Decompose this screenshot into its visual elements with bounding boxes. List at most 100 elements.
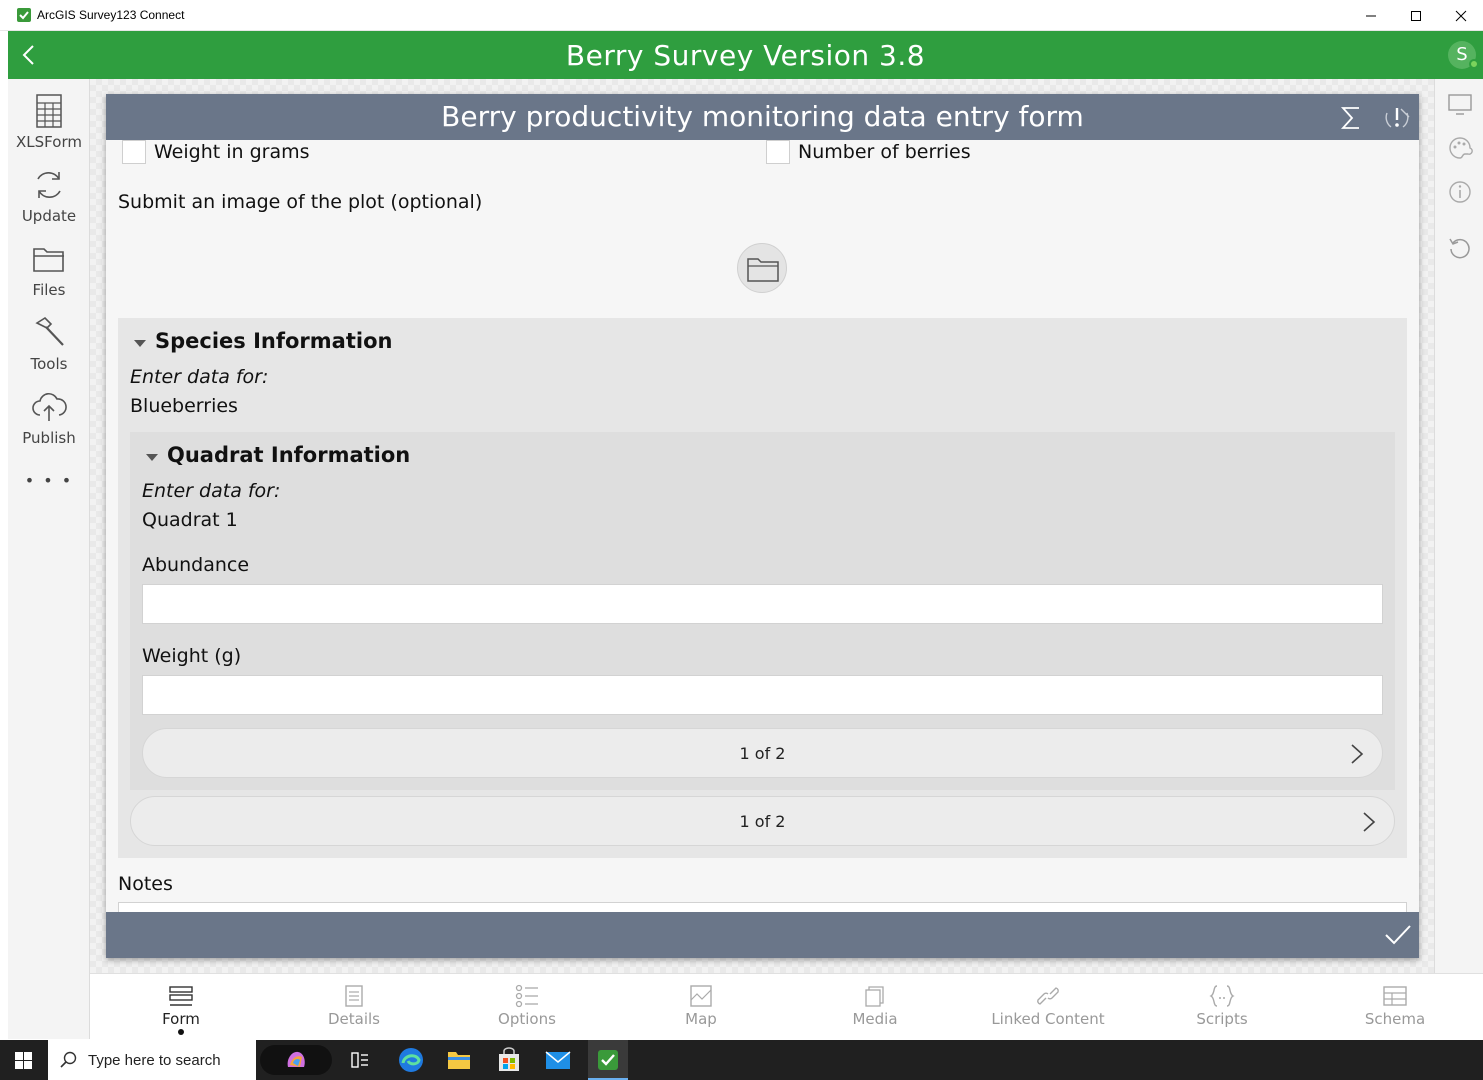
- quadrat-hint: Enter data for:: [142, 480, 281, 502]
- notes-label: Notes: [118, 873, 173, 895]
- desktop-preview-icon[interactable]: [1447, 91, 1473, 117]
- form-header: Berry productivity monitoring data entry…: [106, 94, 1419, 140]
- survey123-taskbar-button[interactable]: [588, 1040, 628, 1080]
- validation-off-icon[interactable]: [1383, 103, 1411, 131]
- maximize-button[interactable]: [1393, 0, 1439, 31]
- tab-label: Options: [498, 1010, 556, 1028]
- collapse-triangle-icon[interactable]: [134, 339, 146, 349]
- schema-icon: [1383, 986, 1407, 1006]
- window-titlebar: ArcGIS Survey123 Connect: [0, 0, 1483, 31]
- sidebar-item-tools[interactable]: Tools: [8, 315, 90, 387]
- tab-label: Linked Content: [991, 1010, 1105, 1028]
- tab-label: Scripts: [1196, 1010, 1248, 1028]
- close-icon: [1455, 10, 1467, 21]
- sidebar-item-publish[interactable]: Publish: [8, 389, 90, 461]
- tab-media[interactable]: Media: [788, 974, 962, 1040]
- tab-label: Form: [162, 1010, 200, 1028]
- refresh-icon: [37, 172, 61, 198]
- options-icon: [515, 984, 538, 1008]
- collapse-triangle-icon[interactable]: [146, 453, 158, 463]
- sidebar-item-xlsform[interactable]: XLSForm: [8, 93, 90, 165]
- close-button[interactable]: [1438, 0, 1483, 31]
- tab-scripts[interactable]: Scripts: [1135, 974, 1309, 1040]
- weight-in-grams-label: Weight in grams: [154, 141, 310, 163]
- mail-icon[interactable]: [545, 1049, 571, 1071]
- number-of-berries-checkbox[interactable]: [766, 140, 790, 164]
- sidebar-item-label: Tools: [30, 355, 68, 373]
- bottom-tab-bar: Form Details Options Map Media Linked Co…: [90, 973, 1483, 1039]
- tab-map[interactable]: Map: [614, 974, 788, 1040]
- image-question-label: Submit an image of the plot (optional): [118, 191, 483, 213]
- quadrat-pager-text: 1 of 2: [739, 744, 786, 763]
- tab-schema[interactable]: Schema: [1308, 974, 1482, 1040]
- window-title: ArcGIS Survey123 Connect: [37, 8, 185, 22]
- edge-browser-icon[interactable]: [398, 1047, 424, 1073]
- folder-icon: [33, 248, 64, 272]
- number-of-berries-label: Number of berries: [798, 141, 971, 163]
- more-icon: • • •: [24, 471, 74, 490]
- species-group-title[interactable]: Species Information: [155, 329, 392, 353]
- abundance-input[interactable]: [142, 584, 1383, 624]
- active-tab-indicator: [178, 1029, 184, 1035]
- hammer-icon: [35, 316, 64, 346]
- app-header: Berry Survey Version 3.8 S: [8, 31, 1483, 79]
- tab-linked-content[interactable]: Linked Content: [961, 974, 1135, 1040]
- link-icon: [1037, 987, 1059, 1005]
- tab-label: Media: [852, 1010, 898, 1028]
- folder-icon: [747, 258, 779, 282]
- copilot-button[interactable]: [260, 1045, 332, 1075]
- search-placeholder: Type here to search: [88, 1052, 221, 1069]
- quadrat-group-title[interactable]: Quadrat Information: [167, 443, 410, 467]
- sidebar-item-label: Files: [32, 281, 66, 299]
- microsoft-store-icon[interactable]: [497, 1047, 521, 1073]
- chevron-right-icon[interactable]: [1362, 811, 1376, 833]
- abundance-label: Abundance: [142, 554, 250, 576]
- species-value: Blueberries: [130, 395, 238, 417]
- cloud-upload-icon: [32, 393, 67, 421]
- right-sidebar: [1434, 79, 1483, 973]
- survey-title: Berry Survey Version 3.8: [565, 39, 926, 72]
- weight-input[interactable]: [142, 675, 1383, 715]
- sidebar-item-update[interactable]: Update: [8, 167, 90, 239]
- image-folder-button[interactable]: [737, 243, 787, 293]
- sigma-icon[interactable]: [1338, 104, 1364, 132]
- sidebar-more-button[interactable]: • • •: [8, 467, 90, 497]
- maximize-icon: [1411, 10, 1421, 21]
- map-icon: [690, 985, 712, 1007]
- spreadsheet-icon: [36, 94, 62, 128]
- details-icon: [345, 985, 363, 1007]
- chevron-right-icon[interactable]: [1350, 743, 1364, 765]
- info-icon[interactable]: [1447, 179, 1473, 205]
- checkmark-icon[interactable]: [1384, 923, 1412, 947]
- weight-in-grams-checkbox[interactable]: [122, 140, 146, 164]
- sidebar-item-label: Publish: [22, 429, 76, 447]
- minimize-button[interactable]: [1348, 0, 1394, 31]
- form-icon: [169, 986, 193, 1006]
- species-pager[interactable]: 1 of 2: [130, 796, 1395, 846]
- tab-label: Details: [327, 1010, 380, 1028]
- palette-icon[interactable]: [1447, 135, 1473, 161]
- tab-form[interactable]: Form: [94, 974, 268, 1040]
- search-icon: [60, 1051, 77, 1068]
- windows-taskbar: Type here to search: [0, 1040, 1483, 1080]
- sidebar-item-files[interactable]: Files: [8, 241, 90, 313]
- minimize-icon: [1366, 15, 1376, 16]
- taskbar-search-box[interactable]: Type here to search: [48, 1040, 256, 1080]
- windows-start-icon[interactable]: [15, 1052, 32, 1069]
- tab-details[interactable]: Details: [267, 974, 441, 1040]
- file-explorer-icon[interactable]: [447, 1048, 471, 1072]
- sidebar-item-label: XLSForm: [16, 133, 82, 151]
- survey123-app-icon: [598, 1050, 618, 1070]
- task-view-icon[interactable]: [350, 1050, 370, 1070]
- survey123-app-icon: [17, 8, 31, 22]
- form-footer: [106, 912, 1419, 958]
- tab-options[interactable]: Options: [440, 974, 614, 1040]
- sidebar-item-label: Update: [21, 207, 77, 225]
- species-pager-text: 1 of 2: [739, 812, 786, 831]
- quadrat-pager[interactable]: 1 of 2: [142, 728, 1383, 778]
- form-title: Berry productivity monitoring data entry…: [441, 100, 1084, 133]
- left-sidebar: XLSForm Update Files Tools Publish • • •: [8, 79, 90, 1039]
- online-status-dot: [1469, 59, 1479, 69]
- reset-icon[interactable]: [1447, 235, 1473, 261]
- copilot-icon: [287, 1051, 305, 1067]
